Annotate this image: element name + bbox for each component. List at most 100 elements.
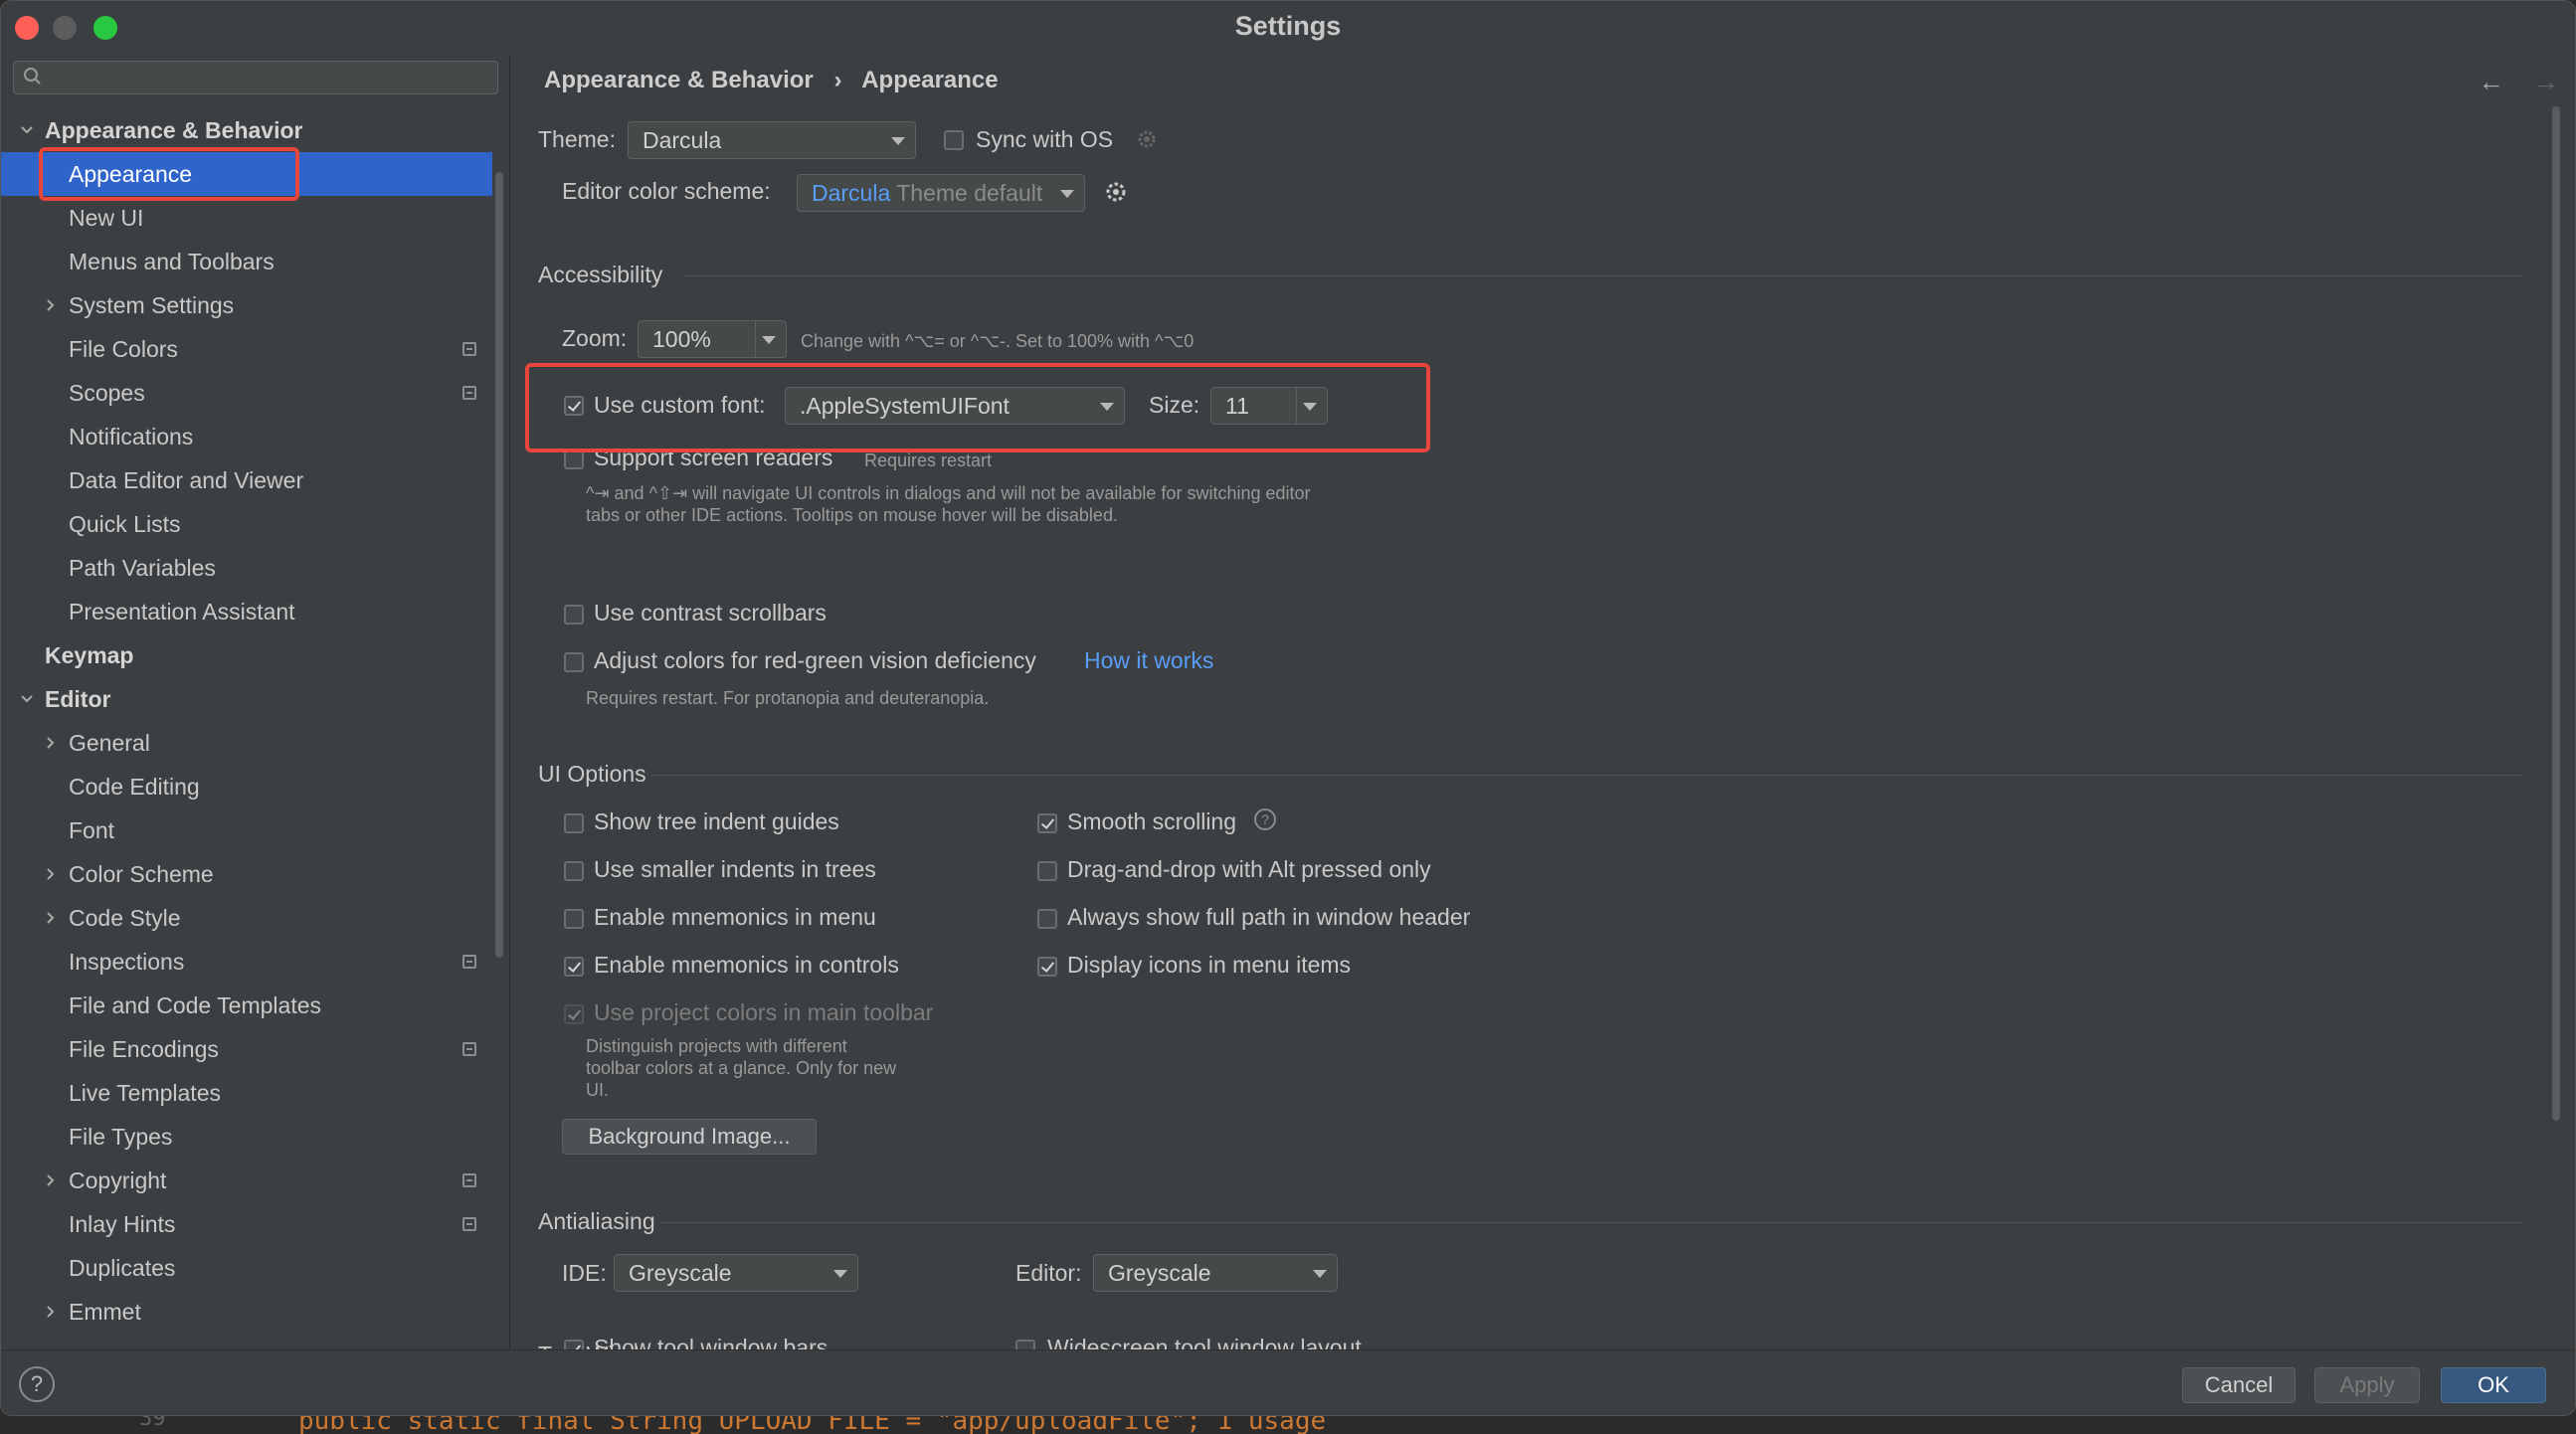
sidebar-item-copyright[interactable]: Copyright	[1, 1159, 492, 1202]
sidebar-item-label: Data Editor and Viewer	[69, 467, 304, 493]
apply-button[interactable]: Apply	[2314, 1367, 2420, 1403]
ui-option-checkbox[interactable]	[564, 909, 584, 929]
sidebar-scrollbar[interactable]	[495, 172, 503, 958]
ui-option-label: Use smaller indents in trees	[594, 856, 876, 882]
use-custom-font-checkbox[interactable]	[564, 396, 584, 416]
forward-arrow-icon[interactable]: →	[2533, 67, 2559, 96]
sidebar-item-appearance[interactable]: Appearance	[1, 152, 492, 196]
sidebar-item-color-scheme[interactable]: Color Scheme	[1, 852, 492, 896]
font-size-select[interactable]: 11	[1210, 387, 1328, 425]
help-button[interactable]: ?	[19, 1366, 55, 1402]
sidebar-item-system-settings[interactable]: System Settings	[1, 283, 492, 327]
sidebar-item-new-ui[interactable]: New UI	[1, 196, 492, 240]
contrast-scrollbars-label: Use contrast scrollbars	[594, 600, 827, 626]
sync-with-os-checkbox[interactable]	[944, 130, 964, 150]
sidebar-item-file-encodings[interactable]: File Encodings	[1, 1027, 492, 1071]
ui-option-label: Show tree indent guides	[594, 808, 839, 834]
ui-option-checkbox[interactable]	[1037, 861, 1057, 881]
chevron-right-icon[interactable]	[41, 721, 61, 765]
screen-readers-desc-line1: ^⇥ and ^⇧⇥ will navigate UI controls in …	[586, 483, 1311, 503]
sidebar-item-label: Color Scheme	[69, 861, 214, 887]
background-image-button[interactable]: Background Image...	[562, 1119, 817, 1155]
sidebar-item-label: Inspections	[69, 949, 185, 975]
sidebar-item-file-and-code-templates[interactable]: File and Code Templates	[1, 984, 492, 1027]
sidebar-item-inspections[interactable]: Inspections	[1, 940, 492, 984]
content-scrollbar[interactable]	[2552, 106, 2560, 1121]
ui-option-checkbox[interactable]	[1037, 813, 1057, 833]
theme-select[interactable]: Darcula	[628, 121, 916, 159]
chevron-right-icon[interactable]	[41, 1290, 61, 1334]
sidebar-item-appearance-behavior[interactable]: Appearance & Behavior	[1, 108, 492, 152]
screen-readers-hint: Requires restart	[864, 450, 993, 470]
sidebar-item-code-style[interactable]: Code Style	[1, 896, 492, 940]
project-scope-icon	[462, 1173, 476, 1187]
zoom-value: 100%	[652, 326, 711, 352]
color-scheme-name: Darcula	[812, 180, 891, 206]
breadcrumb-parent[interactable]: Appearance & Behavior	[544, 67, 814, 93]
chevron-down-icon[interactable]	[17, 108, 37, 152]
sidebar-item-data-editor-and-viewer[interactable]: Data Editor and Viewer	[1, 458, 492, 502]
sidebar-item-scopes[interactable]: Scopes	[1, 371, 492, 415]
chevron-down-icon[interactable]	[17, 677, 37, 721]
back-arrow-icon[interactable]: ←	[2479, 67, 2504, 96]
show-tool-window-bars-checkbox[interactable]	[564, 1340, 584, 1349]
chevron-right-icon[interactable]	[41, 1159, 61, 1202]
ui-option-checkbox[interactable]	[564, 957, 584, 977]
sidebar-item-inlay-hints[interactable]: Inlay Hints	[1, 1202, 492, 1246]
custom-font-select[interactable]: .AppleSystemUIFont	[785, 387, 1125, 425]
ui-option-checkbox[interactable]	[1037, 957, 1057, 977]
sidebar-item-editor[interactable]: Editor	[1, 677, 492, 721]
sidebar-item-presentation-assistant[interactable]: Presentation Assistant	[1, 590, 492, 633]
sync-with-os-label: Sync with OS	[976, 126, 1114, 152]
scheme-settings-gear-icon[interactable]	[1103, 179, 1129, 205]
color-scheme-select[interactable]: Darcula Theme default	[797, 174, 1085, 212]
chevron-right-icon[interactable]	[41, 283, 61, 327]
sidebar-item-file-colors[interactable]: File Colors	[1, 327, 492, 371]
sidebar-item-label: Appearance	[69, 161, 193, 187]
sidebar-item-quick-lists[interactable]: Quick Lists	[1, 502, 492, 546]
screen-readers-checkbox[interactable]	[564, 449, 584, 469]
ui-options-title: UI Options	[538, 761, 646, 787]
sidebar-item-label: New UI	[69, 205, 144, 231]
sidebar-item-label: Code Editing	[69, 774, 200, 800]
sidebar-item-keymap[interactable]: Keymap	[1, 633, 492, 677]
project-scope-icon	[462, 955, 476, 969]
ui-option-checkbox[interactable]	[1037, 909, 1057, 929]
sidebar-item-general[interactable]: General	[1, 721, 492, 765]
how-it-works-link[interactable]: How it works	[1084, 647, 1213, 674]
ide-antialiasing-select[interactable]: Greyscale	[614, 1254, 858, 1292]
gear-icon[interactable]	[1135, 127, 1159, 151]
section-divider	[651, 775, 2521, 776]
chevron-right-icon[interactable]	[41, 896, 61, 940]
contrast-scrollbars-checkbox[interactable]	[564, 605, 584, 625]
smooth-scrolling-help-icon[interactable]: ?	[1254, 808, 1276, 830]
sidebar-item-duplicates[interactable]: Duplicates	[1, 1246, 492, 1290]
red-green-checkbox[interactable]	[564, 652, 584, 672]
chevron-down-icon	[833, 1270, 847, 1278]
sidebar-item-file-types[interactable]: File Types	[1, 1115, 492, 1159]
search-input[interactable]	[13, 61, 498, 94]
sidebar-item-path-variables[interactable]: Path Variables	[1, 546, 492, 590]
sidebar-item-menus-and-toolbars[interactable]: Menus and Toolbars	[1, 240, 492, 283]
ok-button[interactable]: OK	[2441, 1367, 2546, 1403]
title-bar: Settings	[1, 1, 2575, 57]
color-scheme-label: Editor color scheme:	[562, 178, 771, 204]
zoom-select[interactable]: 100%	[638, 320, 787, 358]
widescreen-layout-checkbox[interactable]	[1015, 1340, 1035, 1349]
red-green-label: Adjust colors for red-green vision defic…	[594, 647, 1036, 673]
sidebar-item-live-templates[interactable]: Live Templates	[1, 1071, 492, 1115]
sidebar-item-emmet[interactable]: Emmet	[1, 1290, 492, 1334]
ui-option-checkbox[interactable]	[564, 861, 584, 881]
project-scope-icon	[462, 1217, 476, 1231]
font-size-label: Size:	[1149, 392, 1200, 418]
ui-option-checkbox[interactable]	[564, 813, 584, 833]
sidebar-item-font[interactable]: Font	[1, 808, 492, 852]
sidebar-item-label: Editor	[45, 686, 111, 712]
editor-antialiasing-select[interactable]: Greyscale	[1093, 1254, 1338, 1292]
chevron-right-icon[interactable]	[41, 852, 61, 896]
sidebar-item-code-editing[interactable]: Code Editing	[1, 765, 492, 808]
sidebar-item-notifications[interactable]: Notifications	[1, 415, 492, 458]
cancel-button[interactable]: Cancel	[2182, 1367, 2296, 1403]
chevron-down-icon	[1100, 403, 1114, 411]
settings-content: Appearance & Behavior › Appearance ← → T…	[512, 57, 2575, 1349]
